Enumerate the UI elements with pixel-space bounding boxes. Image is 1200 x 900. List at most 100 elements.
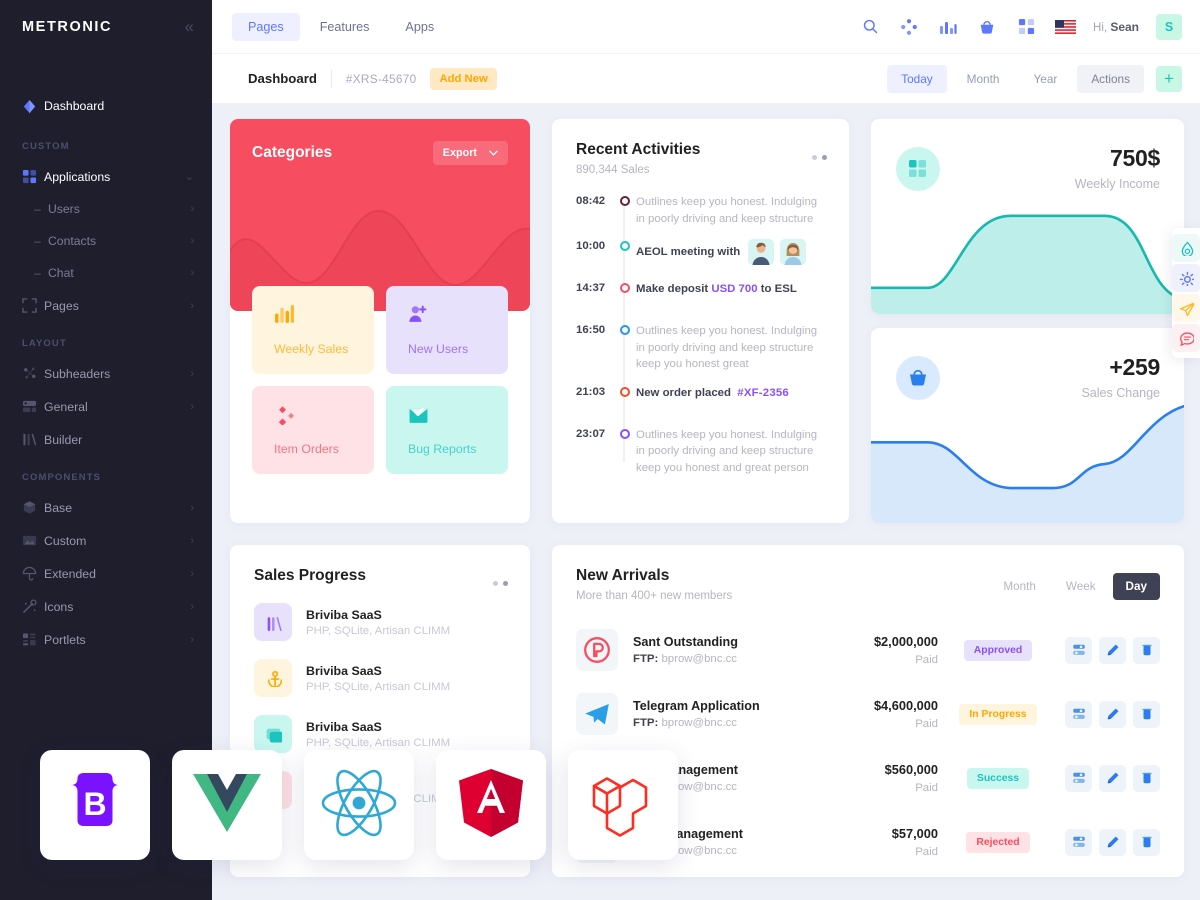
status-badge-wrap: In Progress bbox=[938, 703, 1058, 725]
activity-time: 23:07 bbox=[576, 427, 606, 440]
sidebar-item-icons[interactable]: Icons › bbox=[0, 590, 212, 623]
sidebar-section-title: COMPONENTS bbox=[22, 472, 102, 483]
trash-icon[interactable] bbox=[1133, 828, 1160, 856]
filter-year[interactable]: Year bbox=[1019, 65, 1071, 93]
react-icon bbox=[320, 767, 398, 844]
status-badge-wrap: Approved bbox=[938, 639, 1058, 661]
settings-list-icon[interactable] bbox=[1065, 700, 1092, 728]
arrival-info: Telegram Application FTP: bprow@bnc.cc bbox=[633, 699, 818, 729]
tab-week[interactable]: Week bbox=[1053, 573, 1109, 600]
activity-timeline: 08:42 Outlines keep you honest. Indulgin… bbox=[576, 194, 829, 476]
umbrella-icon bbox=[22, 566, 44, 581]
table-row[interactable]: Sant Outstanding FTP: bprow@bnc.cc $2,00… bbox=[576, 618, 1160, 682]
table-row[interactable]: Telegram Application FTP: bprow@bnc.cc $… bbox=[576, 682, 1160, 746]
arrival-paid: Paid bbox=[915, 718, 938, 730]
chat-bubble-icon[interactable] bbox=[1172, 324, 1200, 352]
timeline-marker bbox=[614, 239, 636, 251]
sales-progress-desc: PHP, SQLite, Artisan CLIMM bbox=[306, 680, 451, 693]
top-menu-item-pages[interactable]: Pages bbox=[232, 12, 300, 41]
sidebar-item-chat[interactable]: – Chat › bbox=[0, 257, 212, 289]
sales-progress-row[interactable]: Briviba SaaS PHP, SQLite, Artisan CLIMM bbox=[254, 715, 508, 753]
chevrons-left-icon[interactable]: « bbox=[185, 18, 194, 35]
sidebar-item-extended[interactable]: Extended › bbox=[0, 557, 212, 590]
sidebar-item-label: Contacts bbox=[48, 234, 97, 248]
export-button[interactable]: Export bbox=[432, 141, 508, 165]
chat-icon bbox=[254, 715, 292, 753]
more-dots-icon[interactable] bbox=[493, 581, 508, 586]
grid-icon[interactable] bbox=[1015, 16, 1037, 38]
search-icon[interactable] bbox=[859, 16, 881, 38]
stat-label: Sales Change bbox=[1081, 386, 1160, 400]
bootstrap-icon: B bbox=[59, 767, 131, 844]
sidebar-item-portlets[interactable]: Portlets › bbox=[0, 623, 212, 656]
product-hunt-icon bbox=[576, 629, 618, 671]
logo-card-bootstrap[interactable]: B bbox=[40, 750, 150, 860]
plus-icon[interactable]: + bbox=[1156, 65, 1182, 92]
trash-icon[interactable] bbox=[1133, 764, 1160, 792]
tab-month[interactable]: Month bbox=[990, 573, 1048, 600]
logo-card-vue[interactable] bbox=[172, 750, 282, 860]
chevron-right-icon: › bbox=[190, 534, 194, 547]
arrival-price: $560,000 bbox=[884, 762, 938, 777]
logo-card-react[interactable] bbox=[304, 750, 414, 860]
top-menu-item-features[interactable]: Features bbox=[304, 13, 386, 41]
sidebar-item-base[interactable]: Base › bbox=[0, 491, 212, 524]
stat-area-chart bbox=[871, 404, 1184, 523]
diamonds-icon bbox=[274, 406, 295, 429]
category-tile-bug-reports[interactable]: Bug Reports bbox=[386, 386, 508, 474]
gear-icon[interactable] bbox=[1172, 264, 1200, 292]
chart-bar-icon[interactable] bbox=[937, 16, 959, 38]
sidebar-item-subheaders[interactable]: Subheaders › bbox=[0, 357, 212, 390]
settings-list-icon[interactable] bbox=[1065, 828, 1092, 856]
basket-icon bbox=[896, 356, 940, 400]
tab-day[interactable]: Day bbox=[1112, 573, 1160, 600]
basket-icon[interactable] bbox=[976, 16, 998, 38]
logo-card-laravel[interactable] bbox=[568, 750, 678, 860]
svg-text:B: B bbox=[83, 786, 106, 822]
sidebar-item-pages[interactable]: Pages › bbox=[0, 289, 212, 322]
water-drop-icon[interactable] bbox=[1172, 234, 1200, 262]
sales-progress-row[interactable]: Briviba SaaS PHP, SQLite, Artisan CLIMM bbox=[254, 659, 508, 697]
sidebar-item-general[interactable]: General › bbox=[0, 390, 212, 423]
export-label: Export bbox=[442, 147, 477, 159]
category-tile-new-users[interactable]: New Users bbox=[386, 286, 508, 374]
filter-actions[interactable]: Actions bbox=[1077, 64, 1144, 93]
share-icon[interactable] bbox=[898, 16, 920, 38]
settings-list-icon[interactable] bbox=[1065, 636, 1092, 664]
activity-body: Outlines keep you honest. Indulging in p… bbox=[636, 194, 829, 227]
edit-pencil-icon[interactable] bbox=[1099, 764, 1126, 792]
avatar[interactable]: S bbox=[1156, 13, 1182, 40]
sidebar-item-applications[interactable]: Applications ⌄ bbox=[0, 160, 212, 193]
status-badge: In Progress bbox=[959, 703, 1037, 725]
flag-usa-icon[interactable] bbox=[1054, 16, 1076, 38]
filter-today[interactable]: Today bbox=[887, 64, 947, 93]
stat-cards: 750$ Weekly Income +259 Sales Change bbox=[871, 119, 1184, 523]
activity-body: Make deposit USD 700 to ESL bbox=[636, 281, 829, 298]
sales-progress-row[interactable]: Briviba SaaS PHP, SQLite, Artisan CLIMM bbox=[254, 603, 508, 641]
sidebar-item-users[interactable]: – Users › bbox=[0, 193, 212, 225]
category-tile-weekly-sales[interactable]: Weekly Sales bbox=[252, 286, 374, 374]
sales-progress-desc: PHP, SQLite, Artisan CLIMM bbox=[306, 624, 451, 637]
add-new-button[interactable]: Add New bbox=[430, 67, 497, 90]
edit-pencil-icon[interactable] bbox=[1099, 828, 1126, 856]
activity-time: 08:42 bbox=[576, 195, 606, 207]
sidebar-item-builder[interactable]: Builder bbox=[0, 423, 212, 456]
more-dots-icon[interactable] bbox=[812, 155, 827, 160]
sidebar-item-dashboard[interactable]: Dashboard bbox=[0, 87, 212, 125]
logo-card-angular[interactable] bbox=[436, 750, 546, 860]
top-menu-item-apps[interactable]: Apps bbox=[389, 13, 450, 41]
edit-pencil-icon[interactable] bbox=[1099, 636, 1126, 664]
sidebar-item-contacts[interactable]: – Contacts › bbox=[0, 225, 212, 257]
vue-icon bbox=[191, 770, 263, 841]
filter-month[interactable]: Month bbox=[953, 65, 1014, 93]
trash-icon[interactable] bbox=[1133, 636, 1160, 664]
category-tile-item-orders[interactable]: Item Orders bbox=[252, 386, 374, 474]
send-icon[interactable] bbox=[1172, 294, 1200, 322]
chevron-right-icon: › bbox=[190, 501, 194, 514]
activity-body: Outlines keep you honest. Indulging in p… bbox=[636, 323, 829, 373]
trash-icon[interactable] bbox=[1133, 700, 1160, 728]
settings-list-icon[interactable] bbox=[1065, 764, 1092, 792]
sidebar-item-custom[interactable]: Custom › bbox=[0, 524, 212, 557]
activity-time: 10:00 bbox=[576, 240, 606, 252]
edit-pencil-icon[interactable] bbox=[1099, 700, 1126, 728]
